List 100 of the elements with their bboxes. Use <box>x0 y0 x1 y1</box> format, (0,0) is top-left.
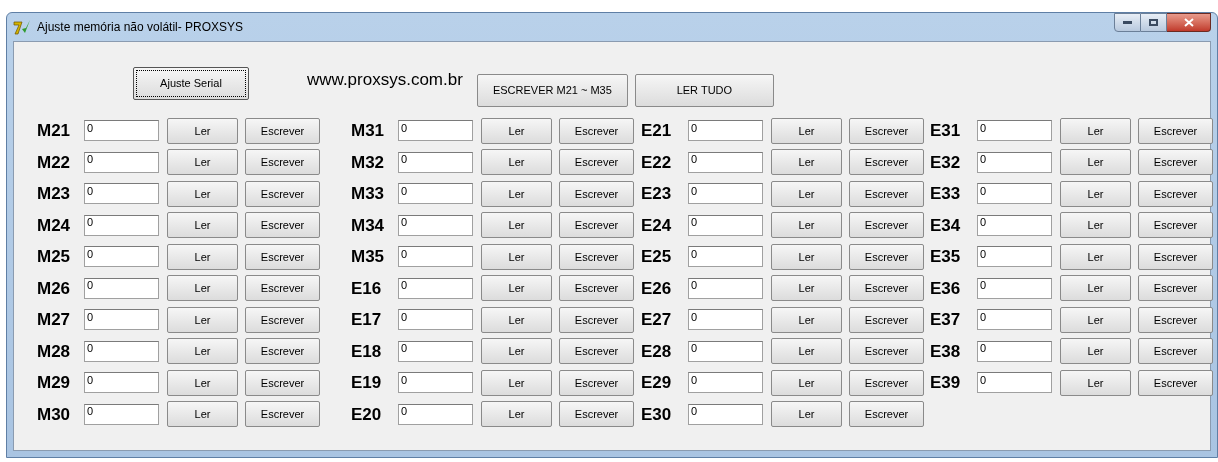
serial-settings-button[interactable]: Ajuste Serial <box>133 67 249 100</box>
read-button[interactable]: Ler <box>1060 212 1131 239</box>
write-button[interactable]: Escrever <box>849 243 924 270</box>
write-button[interactable]: Escrever <box>849 338 924 365</box>
write-button[interactable]: Escrever <box>245 149 320 176</box>
read-button[interactable]: Ler <box>1060 338 1131 365</box>
write-button[interactable]: Escrever <box>559 212 634 239</box>
write-button[interactable]: Escrever <box>245 306 320 333</box>
write-range-button[interactable]: ESCREVER M21 ~ M35 <box>476 74 628 107</box>
value-field[interactable]: 0 <box>688 309 763 331</box>
read-button[interactable]: Ler <box>771 275 842 302</box>
write-button[interactable]: Escrever <box>559 180 634 207</box>
value-field[interactable]: 0 <box>84 120 159 142</box>
read-button[interactable]: Ler <box>1060 243 1131 270</box>
write-button[interactable]: Escrever <box>245 275 320 302</box>
read-button[interactable]: Ler <box>481 401 552 428</box>
write-button[interactable]: Escrever <box>245 212 320 239</box>
write-button[interactable]: Escrever <box>1138 180 1213 207</box>
write-button[interactable]: Escrever <box>245 117 320 144</box>
value-field[interactable]: 0 <box>688 246 763 268</box>
read-all-button[interactable]: LER TUDO <box>634 74 774 107</box>
read-button[interactable]: Ler <box>481 369 552 396</box>
read-button[interactable]: Ler <box>167 243 238 270</box>
value-field[interactable]: 0 <box>84 372 159 394</box>
write-button[interactable]: Escrever <box>245 401 320 428</box>
read-button[interactable]: Ler <box>771 401 842 428</box>
read-button[interactable]: Ler <box>481 117 552 144</box>
value-field[interactable]: 0 <box>977 183 1052 205</box>
value-field[interactable]: 0 <box>688 120 763 142</box>
write-button[interactable]: Escrever <box>559 369 634 396</box>
value-field[interactable]: 0 <box>398 372 473 394</box>
read-button[interactable]: Ler <box>481 275 552 302</box>
read-button[interactable]: Ler <box>771 180 842 207</box>
value-field[interactable]: 0 <box>84 151 159 173</box>
read-button[interactable]: Ler <box>1060 369 1131 396</box>
write-button[interactable]: Escrever <box>245 369 320 396</box>
value-field[interactable]: 0 <box>398 277 473 299</box>
read-button[interactable]: Ler <box>167 149 238 176</box>
value-field[interactable]: 0 <box>398 403 473 425</box>
read-button[interactable]: Ler <box>167 180 238 207</box>
read-button[interactable]: Ler <box>167 369 238 396</box>
value-field[interactable]: 0 <box>398 151 473 173</box>
value-field[interactable]: 0 <box>977 246 1052 268</box>
value-field[interactable]: 0 <box>398 246 473 268</box>
write-button[interactable]: Escrever <box>1138 338 1213 365</box>
write-button[interactable]: Escrever <box>849 117 924 144</box>
write-button[interactable]: Escrever <box>559 275 634 302</box>
read-button[interactable]: Ler <box>1060 180 1131 207</box>
write-button[interactable]: Escrever <box>559 243 634 270</box>
value-field[interactable]: 0 <box>84 403 159 425</box>
value-field[interactable]: 0 <box>84 246 159 268</box>
write-button[interactable]: Escrever <box>559 338 634 365</box>
write-button[interactable]: Escrever <box>1138 212 1213 239</box>
read-button[interactable]: Ler <box>771 117 842 144</box>
write-button[interactable]: Escrever <box>245 338 320 365</box>
value-field[interactable]: 0 <box>84 340 159 362</box>
value-field[interactable]: 0 <box>398 214 473 236</box>
value-field[interactable]: 0 <box>688 151 763 173</box>
read-button[interactable]: Ler <box>1060 149 1131 176</box>
read-button[interactable]: Ler <box>1060 117 1131 144</box>
write-button[interactable]: Escrever <box>849 401 924 428</box>
read-button[interactable]: Ler <box>167 338 238 365</box>
value-field[interactable]: 0 <box>84 214 159 236</box>
write-button[interactable]: Escrever <box>1138 117 1213 144</box>
read-button[interactable]: Ler <box>771 243 842 270</box>
read-button[interactable]: Ler <box>771 212 842 239</box>
read-button[interactable]: Ler <box>771 338 842 365</box>
value-field[interactable]: 0 <box>688 372 763 394</box>
write-button[interactable]: Escrever <box>559 149 634 176</box>
write-button[interactable]: Escrever <box>245 243 320 270</box>
value-field[interactable]: 0 <box>84 277 159 299</box>
write-button[interactable]: Escrever <box>1138 369 1213 396</box>
write-button[interactable]: Escrever <box>559 306 634 333</box>
read-button[interactable]: Ler <box>481 212 552 239</box>
read-button[interactable]: Ler <box>481 180 552 207</box>
value-field[interactable]: 0 <box>977 214 1052 236</box>
write-button[interactable]: Escrever <box>849 180 924 207</box>
value-field[interactable]: 0 <box>977 309 1052 331</box>
read-button[interactable]: Ler <box>167 306 238 333</box>
read-button[interactable]: Ler <box>1060 275 1131 302</box>
read-button[interactable]: Ler <box>1060 306 1131 333</box>
write-button[interactable]: Escrever <box>849 212 924 239</box>
maximize-button[interactable] <box>1141 13 1167 32</box>
read-button[interactable]: Ler <box>167 212 238 239</box>
read-button[interactable]: Ler <box>771 149 842 176</box>
value-field[interactable]: 0 <box>688 214 763 236</box>
value-field[interactable]: 0 <box>977 372 1052 394</box>
write-button[interactable]: Escrever <box>559 117 634 144</box>
write-button[interactable]: Escrever <box>1138 306 1213 333</box>
value-field[interactable]: 0 <box>688 183 763 205</box>
value-field[interactable]: 0 <box>688 403 763 425</box>
read-button[interactable]: Ler <box>167 275 238 302</box>
read-button[interactable]: Ler <box>481 149 552 176</box>
value-field[interactable]: 0 <box>398 340 473 362</box>
write-button[interactable]: Escrever <box>1138 275 1213 302</box>
value-field[interactable]: 0 <box>84 183 159 205</box>
write-button[interactable]: Escrever <box>849 149 924 176</box>
value-field[interactable]: 0 <box>977 120 1052 142</box>
read-button[interactable]: Ler <box>167 401 238 428</box>
read-button[interactable]: Ler <box>481 243 552 270</box>
